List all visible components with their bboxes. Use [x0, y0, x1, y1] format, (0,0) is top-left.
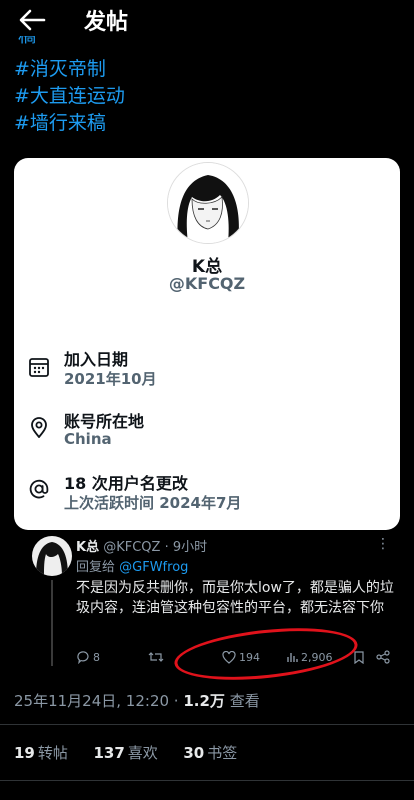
- reply-count: 8: [93, 650, 100, 664]
- location-value: China: [64, 430, 112, 448]
- red-hand-drawn-circle: [171, 620, 361, 688]
- tweet-author-handle[interactable]: @KFCQZ: [103, 540, 160, 555]
- avatar-illustration: [32, 536, 72, 576]
- share-button[interactable]: [376, 648, 390, 666]
- bookmark-icon: [354, 650, 364, 664]
- likes-stat[interactable]: 137 喜欢: [93, 744, 157, 762]
- hashtag-link[interactable]: #墙行来稿: [14, 110, 125, 137]
- reply-to-line: 回复给 @GFWfrog: [76, 556, 188, 575]
- bookmarks-stat[interactable]: 30 书签: [183, 744, 237, 762]
- clipped-text-line: 稿: [18, 36, 48, 46]
- thread-line: [51, 580, 53, 666]
- reposts-stat[interactable]: 19 转帖: [14, 744, 68, 762]
- retweet-icon: [148, 652, 164, 662]
- reply-to-handle[interactable]: @GFWfrog: [119, 560, 188, 575]
- username-changes-title: 18 次用户名更改: [64, 474, 188, 493]
- quoted-tweet[interactable]: K总 @KFCQZ · 9小时 ⋮ 回复给 @GFWfrog 不是因为反共删你，…: [14, 530, 400, 688]
- profile-avatar[interactable]: [167, 162, 249, 244]
- profile-handle: @KFCQZ: [168, 274, 246, 293]
- back-arrow-icon[interactable]: [18, 8, 46, 32]
- tweet-avatar[interactable]: [32, 536, 72, 576]
- tweet-text: 不是因为反共删你，而是你太low了，都是骗人的垃圾内容，连油管这种包容性的平台，…: [76, 580, 394, 616]
- engagement-stats: 19 转帖 137 喜欢 30 书签: [14, 742, 237, 763]
- avatar-illustration: [168, 163, 248, 243]
- hashtag-link[interactable]: #消灭帝制: [14, 56, 125, 83]
- post-timestamp-line: 25年11月24日, 12:20 · 1.2万 查看: [14, 690, 260, 711]
- location-title: 账号所在地: [64, 412, 145, 431]
- reply-icon: [77, 651, 89, 664]
- divider: [0, 780, 414, 781]
- page-title: 发帖: [84, 10, 129, 35]
- location-pin-icon: [31, 417, 47, 438]
- reply-button[interactable]: 8: [76, 648, 100, 666]
- retweet-button[interactable]: [148, 648, 167, 666]
- joined-value: 2021年10月: [64, 370, 157, 388]
- at-sign-icon: [29, 479, 49, 499]
- tweet-author-name[interactable]: K总: [76, 540, 99, 555]
- post-view-label: 查看: [229, 692, 260, 710]
- post-view-count: 1.2万: [183, 692, 225, 710]
- divider: [0, 724, 414, 725]
- last-active-text: 上次活跃时间 2024年7月: [64, 494, 242, 512]
- more-options-icon[interactable]: ⋮: [376, 536, 390, 552]
- profile-card: K总 @KFCQZ 加入日期 2021年10月 账号所在地 China 18 次…: [14, 158, 400, 530]
- tweet-time: · 9小时: [164, 540, 208, 555]
- top-bar: 发帖: [0, 0, 414, 40]
- joined-title: 加入日期: [64, 350, 129, 369]
- hashtag-list: #消灭帝制 #大直连运动 #墙行来稿: [14, 56, 125, 137]
- share-icon: [376, 650, 390, 664]
- hashtag-link[interactable]: #大直连运动: [14, 83, 125, 110]
- calendar-icon: [29, 358, 49, 377]
- tweet-author-line: K总 @KFCQZ · 9小时: [76, 536, 207, 555]
- bookmark-button[interactable]: [354, 648, 364, 666]
- post-timestamp: 25年11月24日, 12:20 ·: [14, 692, 179, 710]
- reply-to-label: 回复给: [76, 560, 116, 575]
